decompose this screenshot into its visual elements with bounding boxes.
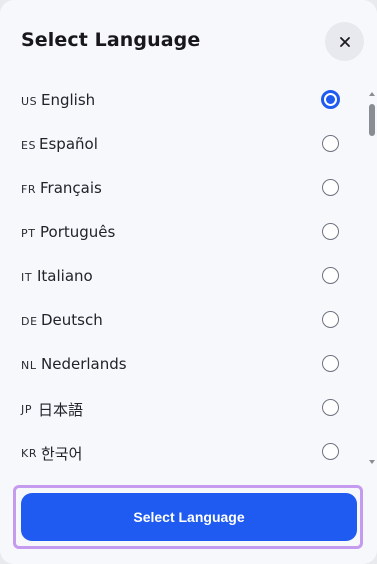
language-code: US bbox=[21, 95, 38, 108]
language-option[interactable]: FR Français bbox=[0, 167, 366, 211]
scroll-down-arrow-icon[interactable] bbox=[369, 460, 375, 464]
language-option[interactable]: ES Español bbox=[0, 123, 366, 167]
scroll-up-arrow-icon[interactable] bbox=[369, 92, 375, 96]
language-code: IT bbox=[21, 271, 33, 284]
language-radio[interactable] bbox=[322, 267, 339, 284]
language-option[interactable]: IT Italiano bbox=[0, 255, 366, 299]
dialog-header: Select Language bbox=[0, 0, 377, 84]
language-radio[interactable] bbox=[322, 179, 339, 196]
language-radio[interactable] bbox=[322, 223, 339, 240]
language-radio[interactable] bbox=[322, 443, 339, 460]
language-code: PT bbox=[21, 227, 36, 240]
language-name: Español bbox=[39, 135, 98, 153]
language-name: Nederlands bbox=[41, 355, 127, 373]
language-radio[interactable] bbox=[322, 135, 339, 152]
language-dialog: Select Language US English ES Español FR… bbox=[0, 0, 377, 564]
language-code: ES bbox=[21, 139, 37, 152]
language-radio[interactable] bbox=[322, 399, 339, 416]
language-option[interactable]: JP 日本語 bbox=[0, 387, 366, 431]
language-name: 한국어 bbox=[41, 445, 83, 463]
language-name: English bbox=[41, 91, 96, 109]
language-code: NL bbox=[21, 359, 37, 372]
language-code: DE bbox=[21, 315, 38, 328]
language-option[interactable]: US English bbox=[0, 79, 366, 123]
language-radio[interactable] bbox=[322, 311, 339, 328]
language-code: KR bbox=[21, 447, 38, 460]
dialog-title: Select Language bbox=[21, 29, 201, 51]
language-code: FR bbox=[21, 183, 37, 196]
language-name: Italiano bbox=[37, 267, 93, 285]
language-option[interactable]: KR 한국어 bbox=[0, 431, 366, 470]
language-name: Português bbox=[40, 223, 116, 241]
select-language-button[interactable]: Select Language bbox=[21, 493, 357, 541]
language-option[interactable]: PT Português bbox=[0, 211, 366, 255]
language-option[interactable]: NL Nederlands bbox=[0, 343, 366, 387]
language-name: 日本語 bbox=[38, 401, 84, 419]
language-name: Deutsch bbox=[41, 311, 103, 329]
dialog-footer: Select Language bbox=[0, 474, 377, 564]
language-name: Français bbox=[40, 179, 102, 197]
language-list: US English ES Español FR Français PT Por… bbox=[0, 79, 366, 470]
language-code: JP bbox=[21, 403, 33, 416]
language-radio[interactable] bbox=[322, 355, 339, 372]
language-option[interactable]: DE Deutsch bbox=[0, 299, 366, 343]
list-scrollbar[interactable] bbox=[366, 92, 377, 464]
close-button[interactable] bbox=[325, 22, 364, 61]
language-radio-selected[interactable] bbox=[321, 90, 340, 109]
close-icon bbox=[339, 36, 350, 47]
scrollbar-thumb[interactable] bbox=[369, 104, 375, 136]
